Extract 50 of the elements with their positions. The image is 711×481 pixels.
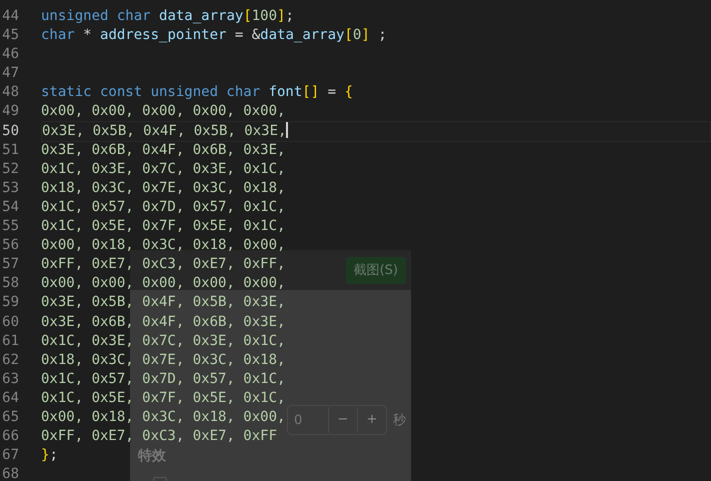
line-number: 52 [1, 160, 19, 179]
line-number: 45 [1, 26, 19, 46]
code-line: 0x1C, 0x3E, 0x7C, 0x3E, 0x1C, [41, 160, 286, 179]
capture-button[interactable]: 截图(S) [346, 256, 406, 284]
line-number: 56 [1, 236, 19, 256]
code-line: }; [41, 446, 58, 466]
line-number: 49 [1, 102, 19, 122]
line-number: 44 [1, 7, 19, 26]
line-number: 59 [1, 293, 19, 312]
line-number: 53 [1, 178, 19, 198]
line-number: 50 [1, 122, 19, 141]
code-line: 0x1C, 0x57, 0x7D, 0x57, 0x1C, [41, 370, 286, 389]
code-line: 0x00, 0x00, 0x00, 0x00, 0x00, [41, 102, 286, 122]
line-number: 47 [1, 64, 19, 84]
code-line: 0x00, 0x00, 0x00, 0x00, 0x00, [41, 274, 286, 294]
line-number: 58 [1, 274, 19, 294]
code-line: 0x1C, 0x5E, 0x7F, 0x5E, 0x1C, [41, 388, 286, 408]
section-title: 特效 [138, 447, 166, 465]
code-line: 0x3E, 0x5B, 0x4F, 0x5B, 0x3E, [41, 293, 286, 312]
code-line: 0xFF, 0xE7, 0xC3, 0xE7, 0xFF [41, 427, 278, 446]
code-line: 0x00, 0x18, 0x3C, 0x18, 0x00, [41, 236, 286, 256]
line-number: 51 [1, 140, 19, 160]
code-line: 0x1C, 0x3E, 0x7C, 0x3E, 0x1C, [41, 332, 286, 351]
delay-field[interactable]: 0 − + [287, 405, 387, 435]
line-number: 68 [1, 465, 19, 481]
line-number: 60 [1, 312, 19, 332]
line-number: 64 [1, 388, 19, 408]
code-line: 0x1C, 0x57, 0x7D, 0x57, 0x1C, [41, 198, 286, 217]
line-number: 46 [1, 45, 19, 64]
line-number: 57 [1, 255, 19, 274]
line-number: 48 [1, 83, 19, 102]
code-line: 0x3E, 0x6B, 0x4F, 0x6B, 0x3E, [41, 312, 286, 332]
unit-label: 秒 [393, 412, 406, 429]
code-line: 0x1C, 0x5E, 0x7F, 0x5E, 0x1C, [41, 217, 286, 236]
code-line: char * address_pointer = &data_array[0] ; [41, 26, 387, 46]
code-line: 0x3E, 0x6B, 0x4F, 0x6B, 0x3E, [41, 140, 286, 160]
line-number: 55 [1, 217, 19, 236]
line-number: 62 [1, 350, 19, 370]
line-number: 67 [1, 446, 19, 466]
code-line: unsigned char data_array[100]; [41, 7, 294, 26]
line-number: 63 [1, 370, 19, 389]
code-line: 0xFF, 0xE7, 0xC3, 0xE7, 0xFF, [41, 255, 286, 274]
line-number: 65 [1, 408, 19, 427]
code-line: 0x18, 0x3C, 0x7E, 0x3C, 0x18, [41, 178, 286, 198]
code-line: 0x18, 0x3C, 0x7E, 0x3C, 0x18, [41, 350, 286, 370]
line-number: 61 [1, 332, 19, 351]
code-line: static const unsigned char font[] = { [41, 83, 353, 102]
line-number: 54 [1, 198, 19, 217]
line-number: 66 [1, 427, 19, 446]
code-line: 0x00, 0x18, 0x3C, 0x18, 0x00, [41, 408, 286, 427]
